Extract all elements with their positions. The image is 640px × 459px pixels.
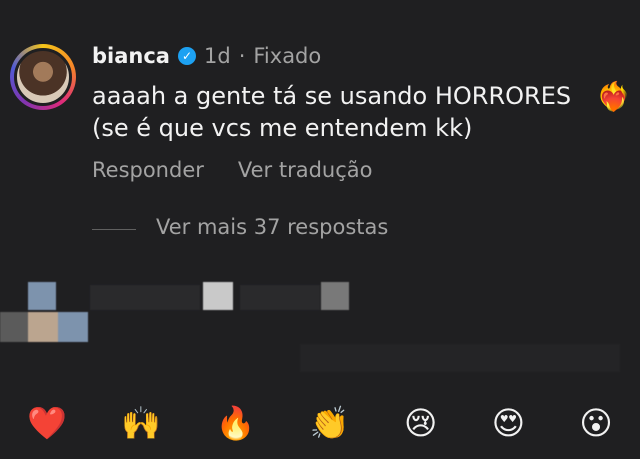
heart-eyes-reaction-icon[interactable]: 😍: [492, 404, 525, 442]
comment-text: aaaah a gente tá se usando HORRORES (se …: [92, 80, 627, 144]
translate-button[interactable]: Ver tradução: [238, 158, 373, 182]
heart-on-fire-icon: ❤️‍🔥: [596, 80, 631, 113]
surprised-face-reaction-icon[interactable]: 😮: [579, 404, 612, 442]
raised-hands-reaction-icon[interactable]: 🙌: [121, 404, 161, 442]
fire-reaction-icon[interactable]: 🔥: [216, 404, 256, 442]
replies-divider: [92, 229, 136, 230]
clapping-hands-reaction-icon[interactable]: 👏: [310, 404, 350, 442]
comment-actions: Responder Ver tradução: [92, 158, 373, 182]
avatar-ring[interactable]: [10, 44, 76, 110]
comment-header: bianca ✓ 1d · Fixado: [92, 44, 321, 68]
reaction-bar: ❤️ 🙌 🔥 👏 😢 😍 😮: [0, 398, 640, 448]
comment-line-1: aaaah a gente tá se usando HORRORES: [92, 82, 572, 110]
separator-dot: ·: [238, 44, 246, 68]
avatar[interactable]: [14, 48, 72, 106]
comment-line-2: (se é que vcs me entendem kk): [92, 114, 473, 142]
blurred-content: [0, 282, 640, 377]
pinned-label: Fixado: [253, 44, 322, 68]
comment-time: 1d: [203, 44, 231, 68]
username[interactable]: bianca: [92, 44, 170, 68]
verified-badge-icon: ✓: [177, 47, 196, 65]
reply-button[interactable]: Responder: [92, 158, 204, 182]
crying-face-reaction-icon[interactable]: 😢: [404, 404, 437, 442]
heart-reaction-icon[interactable]: ❤️: [27, 404, 67, 442]
view-more-replies-button[interactable]: Ver mais 37 respostas: [156, 215, 388, 239]
